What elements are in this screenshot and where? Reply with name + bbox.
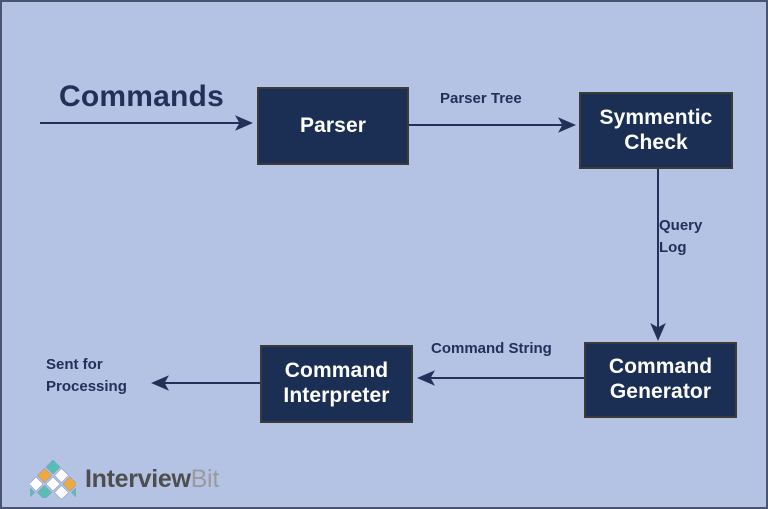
interviewbit-logo: InterviewBit <box>30 460 219 498</box>
arrow-symmentic-check-to-command-generator <box>650 167 666 341</box>
interviewbit-logo-text: InterviewBit <box>85 464 220 493</box>
label-sent-for-processing: Sent for Processing <box>46 354 127 398</box>
node-symmentic-check-line2: Check <box>624 130 688 154</box>
edge-label-command-string: Command String <box>431 340 552 357</box>
node-command-generator-label: Command Generator <box>609 355 712 405</box>
node-command-interpreter-label: Command Interpreter <box>283 359 389 409</box>
node-parser: Parser <box>257 87 409 165</box>
node-symmentic-check-line1: Symmentic <box>599 105 713 129</box>
node-command-interpreter-line2: Interpreter <box>283 384 390 407</box>
label-sent-for-processing-line2: Processing <box>46 377 127 395</box>
node-command-generator-line2: Generator <box>609 380 712 403</box>
node-symmentic-check-label: Symmentic Check <box>600 106 713 156</box>
node-parser-label: Parser <box>300 113 366 137</box>
interviewbit-logo-mark <box>30 460 76 498</box>
node-command-generator-line1: Command <box>608 355 713 379</box>
label-sent-for-processing-line1: Sent for <box>46 356 103 373</box>
node-command-interpreter-line1: Command <box>284 359 389 383</box>
edge-label-parser-tree: Parser Tree <box>440 90 522 107</box>
diagram-canvas: Commands Parser Tree Query Log Command S… <box>0 0 768 509</box>
node-command-interpreter: Command Interpreter <box>260 345 413 423</box>
logo-text-bit: Bit <box>190 464 220 493</box>
node-command-generator: Command Generator <box>584 342 737 418</box>
arrow-command-generator-to-command-interpreter <box>417 370 588 386</box>
arrow-commands-to-parser <box>40 115 253 131</box>
logo-text-interview: Interview <box>85 464 191 493</box>
arrow-command-interpreter-to-sent-for-processing <box>151 375 264 391</box>
arrow-parser-to-symmentic-check <box>407 117 576 133</box>
node-symmentic-check: Symmentic Check <box>579 92 733 169</box>
label-commands: Commands <box>59 80 224 113</box>
